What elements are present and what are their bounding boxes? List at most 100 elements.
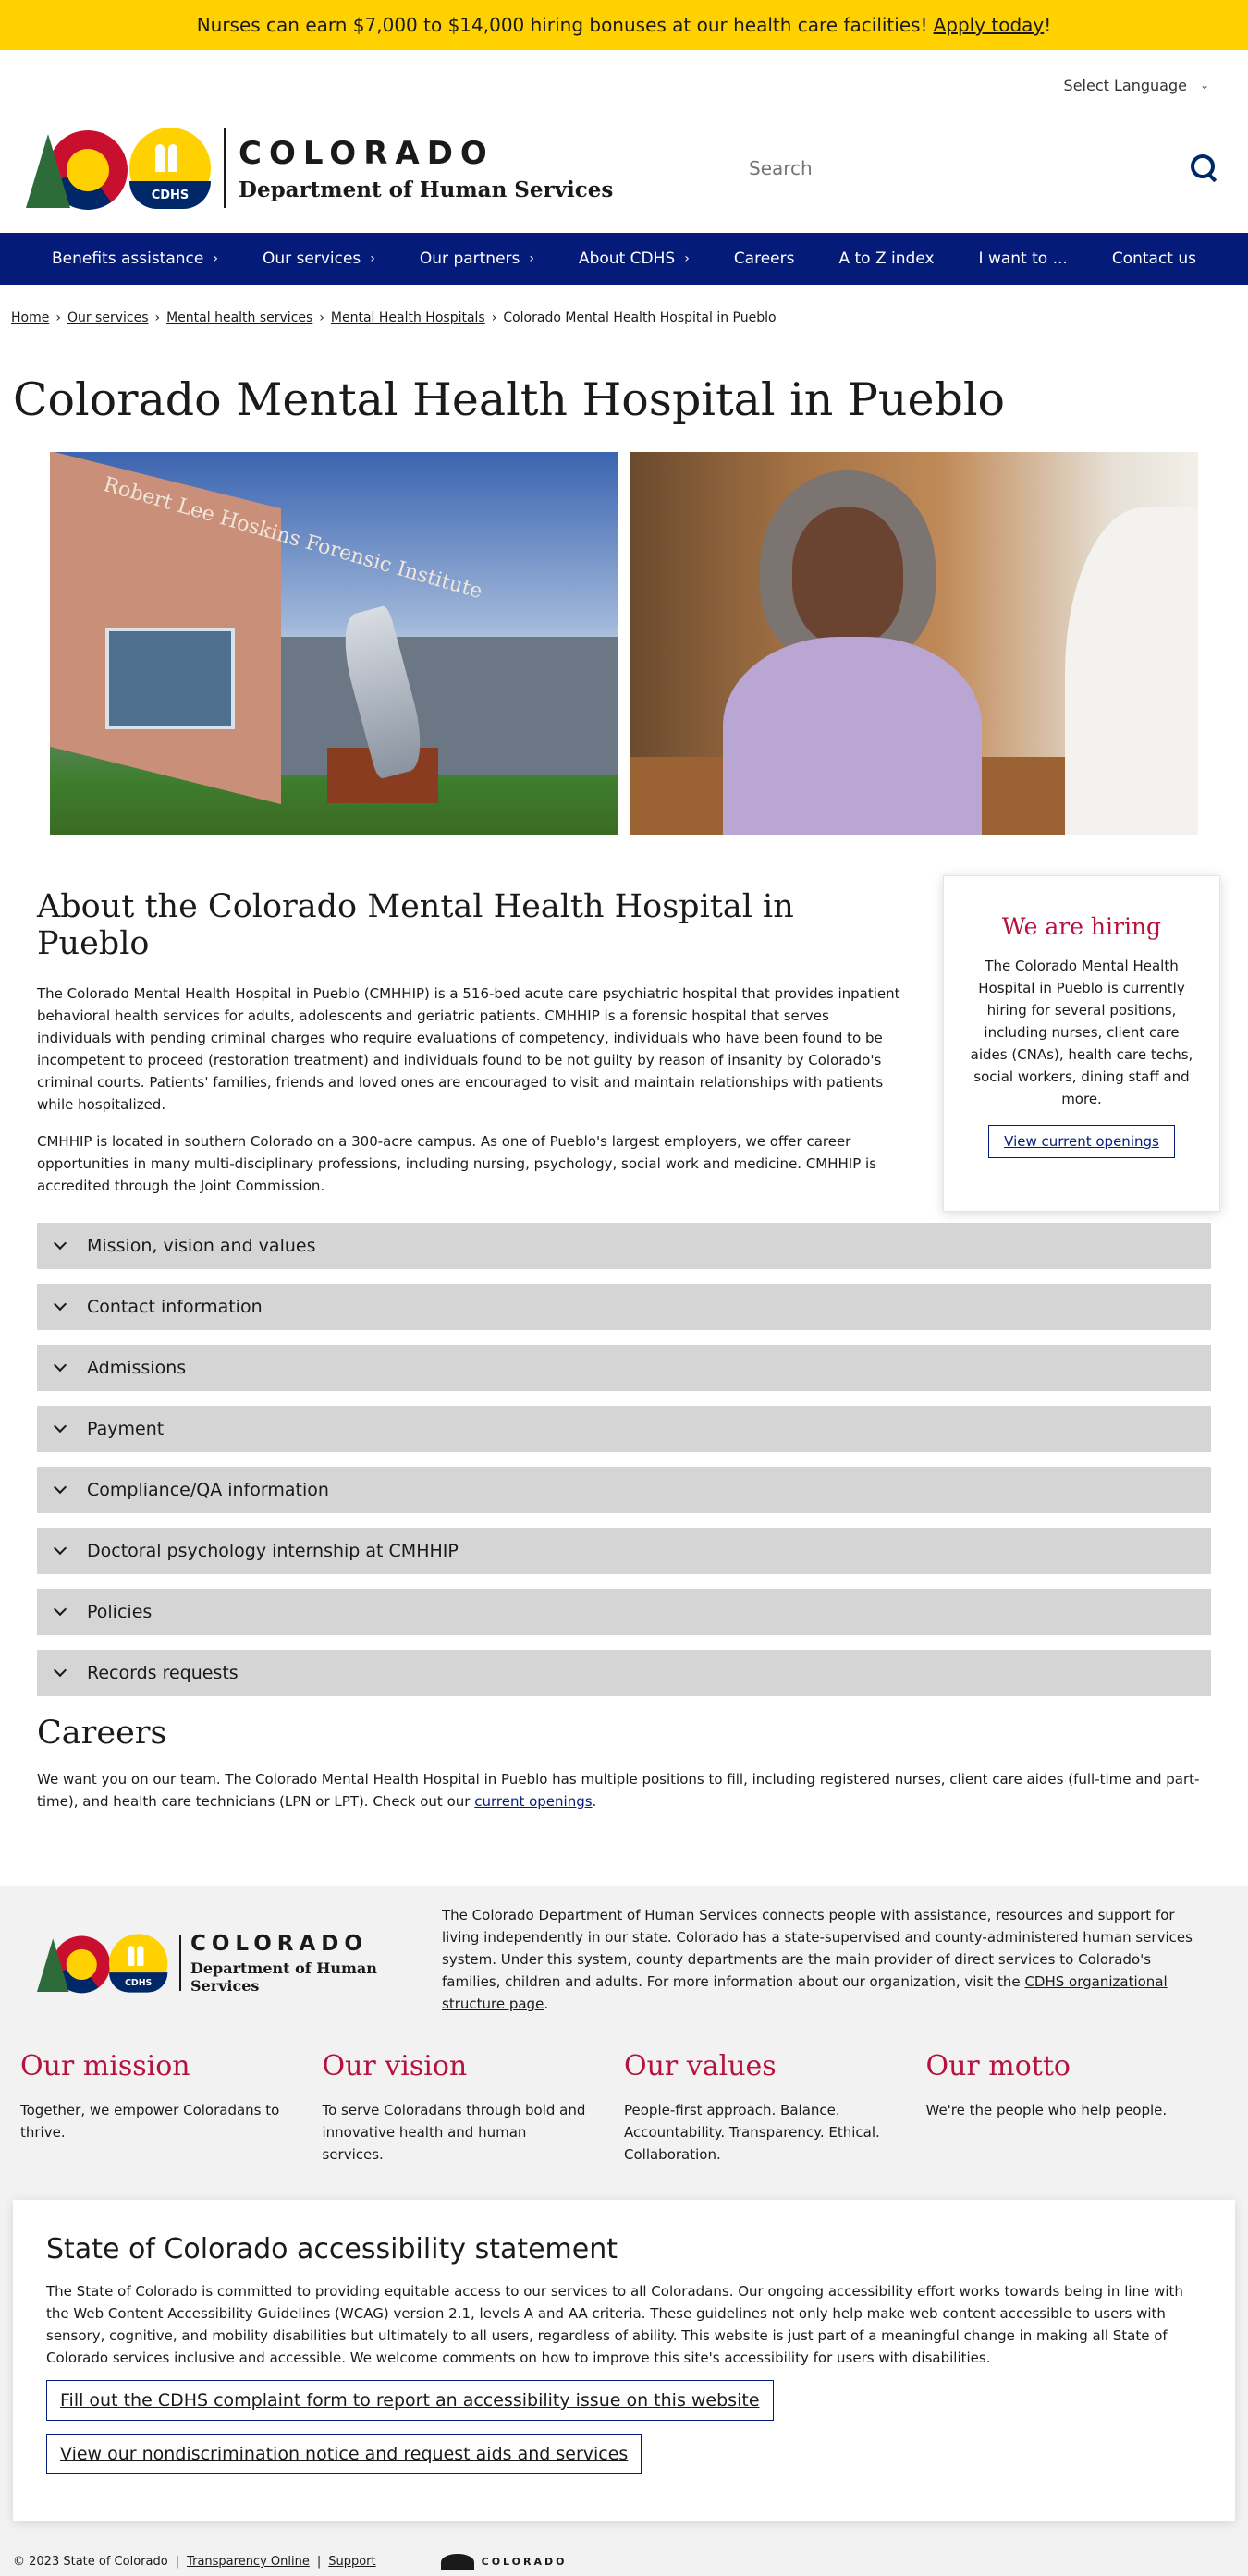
accordion-contact-information[interactable]: Contact information (37, 1284, 1211, 1330)
search-icon[interactable] (1191, 154, 1218, 182)
footer-logo[interactable]: CDHS COLORADO Department of Human Servic… (37, 1904, 442, 2015)
separator: | (175, 2555, 180, 2569)
logo-divider (179, 1935, 181, 1991)
breadcrumb-separator: › (319, 311, 324, 325)
support-link[interactable]: Support (328, 2555, 375, 2569)
chevron-down-icon (53, 1236, 67, 1251)
hiring-text: The Colorado Mental Health Hospital in P… (970, 958, 1193, 1107)
hospital-building-image: Robert Lee Hoskins Forensic Institute (50, 452, 618, 835)
chevron-down-icon (53, 1358, 67, 1373)
accordion-payment[interactable]: Payment (37, 1406, 1211, 1452)
logo-line2: Department of Human Services (239, 177, 614, 202)
chevron-down-icon (53, 1480, 67, 1495)
complaint-form-button[interactable]: Fill out the CDHS complaint form to repo… (46, 2380, 774, 2421)
nav-item-about-cdhs[interactable]: About CDHS › (557, 250, 712, 268)
accordion-label: Doctoral psychology internship at CMHHIP (87, 1541, 459, 1561)
nav-item-benefits-assistance[interactable]: Benefits assistance › (30, 250, 240, 268)
language-row: Select Language ⌄ (0, 67, 1248, 104)
footer-about-end: . (544, 1996, 549, 2012)
accordion-doctoral-internship[interactable]: Doctoral psychology internship at CMHHIP (37, 1528, 1211, 1574)
logo-divider (224, 128, 226, 208)
breadcrumb-our-services[interactable]: Our services (67, 311, 149, 325)
accordion-list: Mission, vision and values Contact infor… (0, 1223, 1248, 1696)
nav-label: I want to ... (978, 250, 1068, 268)
language-select[interactable]: Select Language (1064, 77, 1187, 94)
nav-label: Careers (733, 250, 795, 268)
colorado-c-logo-icon (26, 127, 129, 210)
cdhs-badge-icon: CDHS (129, 128, 211, 209)
breadcrumb-separator: › (491, 311, 497, 325)
site-footer: CDHS COLORADO Department of Human Servic… (0, 1886, 1248, 2576)
accordion-label: Admissions (87, 1358, 187, 1378)
footer-col-mission: Our mission Together, we empower Colorad… (20, 2050, 323, 2166)
accordion-label: Contact information (87, 1297, 263, 1317)
state-mark-text: COLORADO (481, 2556, 568, 2568)
nav-label: Our partners (419, 250, 520, 268)
chevron-down-icon (53, 1541, 67, 1556)
nav-item-contact-us[interactable]: Contact us (1090, 250, 1218, 268)
page-title: Colorado Mental Health Hospital in Puebl… (13, 373, 1005, 426)
nondiscrimination-notice-button[interactable]: View our nondiscrimination notice and re… (46, 2434, 642, 2474)
nav-label: A to Z index (838, 250, 935, 268)
nav-item-careers[interactable]: Careers (712, 250, 817, 268)
chevron-right-icon[interactable]: › (213, 251, 218, 266)
accordion-label: Records requests (87, 1663, 239, 1683)
hiring-card: We are hiring The Colorado Mental Health… (943, 875, 1220, 1212)
footer-col-motto: Our motto We're the people who help peop… (926, 2050, 1229, 2166)
chevron-right-icon[interactable]: › (529, 251, 534, 266)
about-paragraph-2: CMHHIP is located in southern Colorado o… (37, 1133, 877, 1194)
accordion-label: Mission, vision and values (87, 1236, 316, 1256)
hero-images: Robert Lee Hoskins Forensic Institute (0, 452, 1248, 835)
view-current-openings-button[interactable]: View current openings (988, 1125, 1175, 1158)
apply-today-link[interactable]: Apply today (934, 14, 1045, 36)
site-header: CDHS COLORADO Department of Human Servic… (0, 104, 1248, 233)
footer-col-heading: Our values (624, 2050, 777, 2082)
current-openings-link[interactable]: current openings (474, 1793, 592, 1810)
accordion-records-requests[interactable]: Records requests (37, 1650, 1211, 1696)
colorado-state-portal-logo[interactable]: COLORADO (440, 2553, 568, 2570)
alert-text: Nurses can earn $7,000 to $14,000 hiring… (196, 14, 928, 36)
nav-label: About CDHS (579, 250, 676, 268)
chevron-down-icon (53, 1663, 67, 1678)
footer-about: The Colorado Department of Human Service… (442, 1904, 1209, 2015)
footer-col-heading: Our vision (322, 2050, 468, 2082)
search-bar (749, 140, 1230, 196)
accessibility-heading: State of Colorado accessibility statemen… (46, 2233, 618, 2265)
chevron-right-icon[interactable]: › (370, 251, 375, 266)
breadcrumb-mental-health-services[interactable]: Mental health services (166, 311, 312, 325)
accordion-compliance-qa[interactable]: Compliance/QA information (37, 1467, 1211, 1513)
chevron-down-icon (53, 1602, 67, 1617)
nav-item-a-to-z-index[interactable]: A to Z index (816, 250, 956, 268)
transparency-online-link[interactable]: Transparency Online (187, 2555, 310, 2569)
footer-bottom-bar: © 2023 State of Colorado | Transparency … (0, 2547, 1248, 2576)
logo-line2: Department of Human Services (190, 1959, 377, 1995)
footer-col-heading: Our mission (20, 2050, 190, 2082)
nav-item-our-services[interactable]: Our services › (240, 250, 398, 268)
chevron-down-icon (53, 1297, 67, 1312)
copyright-text: © 2023 State of Colorado (13, 2555, 168, 2569)
logo-text: COLORADO Department of Human Services (239, 135, 613, 202)
nav-item-i-want-to[interactable]: I want to ... (957, 250, 1090, 268)
chevron-down-icon (53, 1419, 67, 1434)
careers-heading: Careers (37, 1715, 167, 1752)
accordion-policies[interactable]: Policies (37, 1589, 1211, 1635)
breadcrumb: Home › Our services › Mental health servic… (0, 311, 1248, 325)
cdhs-logo[interactable]: CDHS COLORADO Department of Human Servic… (26, 127, 613, 210)
breadcrumb-current: Colorado Mental Health Hospital in Puebl… (503, 311, 777, 325)
alert-banner: Nurses can earn $7,000 to $14,000 hiring… (0, 0, 1248, 50)
nav-item-our-partners[interactable]: Our partners › (398, 250, 557, 268)
chevron-right-icon[interactable]: › (684, 251, 690, 266)
careers-section: Careers We want you on our team. The Col… (0, 1715, 1248, 1813)
chevron-down-icon[interactable]: ⌄ (1200, 79, 1209, 92)
footer-col-heading: Our motto (925, 2050, 1071, 2082)
breadcrumb-separator: › (154, 311, 161, 325)
breadcrumb-mental-health-hospitals[interactable]: Mental Health Hospitals (331, 311, 485, 325)
logo-line1: COLORADO (190, 1932, 368, 1956)
alert-end: ! (1044, 14, 1052, 36)
search-input[interactable] (749, 157, 1137, 179)
accordion-admissions[interactable]: Admissions (37, 1345, 1211, 1391)
accordion-mission-vision-values[interactable]: Mission, vision and values (37, 1223, 1211, 1269)
breadcrumb-home[interactable]: Home (11, 311, 49, 325)
cdhs-badge-icon: CDHS (109, 1934, 168, 1993)
careers-body: We want you on our team. The Colorado Me… (37, 1771, 1200, 1810)
